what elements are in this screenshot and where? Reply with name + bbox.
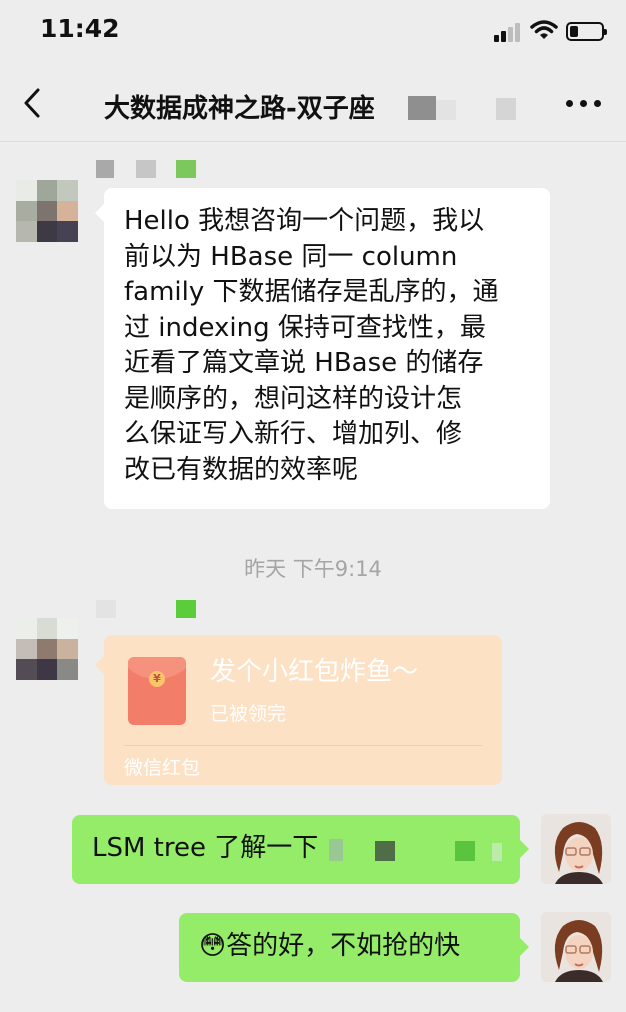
more-icon[interactable]: [566, 100, 602, 110]
message-timestamp: 昨天 下午9:14: [244, 557, 382, 581]
sender-name-mosaic: [176, 600, 196, 618]
divider: [124, 745, 482, 746]
red-packet-icon: ¥: [128, 657, 186, 725]
message-text: LSM tree 了解一下: [92, 833, 319, 863]
title-mosaic: [408, 96, 436, 120]
bubble-tail: [520, 840, 529, 858]
sender-name-mosaic: [176, 160, 196, 178]
emoji: 😳: [199, 931, 227, 961]
message-bubble[interactable]: LSM tree 了解一下: [72, 815, 520, 884]
wifi-icon: [530, 20, 558, 39]
status-bar: 11:42: [0, 0, 626, 62]
battery-icon: [566, 22, 607, 41]
message-line: Hello 我想咨询一个问题，我以: [124, 206, 485, 236]
avatar[interactable]: [16, 618, 78, 680]
title-mosaic: [496, 98, 516, 120]
chat-header: 大数据成神之路-双子座: [0, 62, 626, 142]
bubble-tail: [520, 938, 529, 956]
sender-name-mosaic: [136, 160, 156, 178]
red-packet-title: 发个小红包炸鱼～: [210, 657, 419, 687]
message-bubble[interactable]: Hello 我想咨询一个问题，我以 前以为 HBase 同一 column fa…: [104, 188, 550, 509]
message-line: family 下数据储存是乱序的，通: [124, 277, 499, 307]
avatar[interactable]: [541, 814, 611, 884]
status-time: 11:42: [40, 14, 120, 43]
bubble-tail: [95, 656, 104, 674]
red-packet-card[interactable]: ¥ 发个小红包炸鱼～ 已被领完 微信红包: [104, 635, 502, 785]
message-line: 过 indexing 保持可查找性，最: [124, 312, 486, 343]
message-line: 近看了篇文章说 HBase 的储存: [124, 348, 484, 378]
message-line: 是顺序的，想问这样的设计怎: [124, 383, 463, 414]
bubble-tail: [95, 204, 104, 222]
sender-name-mosaic: [96, 600, 116, 618]
message-line: 改已有数据的效率呢: [124, 454, 359, 485]
avatar[interactable]: [16, 180, 78, 242]
message-bubble[interactable]: 😳答的好，不如抢的快: [179, 913, 520, 982]
title-mosaic: [436, 100, 456, 120]
sender-name-mosaic: [96, 160, 114, 178]
red-packet-status: 已被领完: [210, 703, 287, 725]
message-line: 么保证写入新行、增加列、修: [124, 419, 463, 449]
chat-title: 大数据成神之路-双子座: [104, 94, 375, 124]
signal-icon: [494, 22, 522, 42]
message-text: 答的好，不如抢的快: [226, 931, 461, 961]
message-line: 前以为 HBase 同一 column: [124, 241, 458, 272]
red-packet-label: 微信红包: [124, 757, 201, 779]
back-chevron-icon[interactable]: [18, 86, 48, 120]
avatar[interactable]: [541, 912, 611, 982]
